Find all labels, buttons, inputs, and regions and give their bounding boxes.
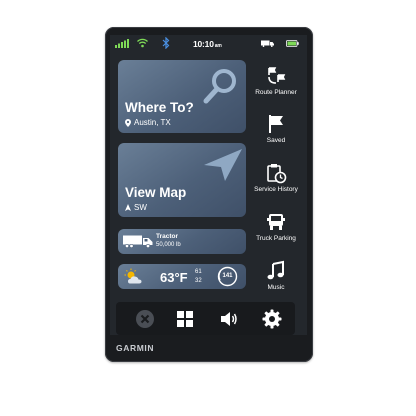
weather-button[interactable]: 63°F 61 32 141 [118,264,246,289]
route-planner-button[interactable]: Route Planner [248,65,304,96]
cellular-signal-icon [115,39,129,48]
view-map-button[interactable]: View Map SW [118,143,246,217]
navigation-arrow-icon [204,149,242,181]
route-planner-label: Route Planner [255,89,297,96]
truck-parking-button[interactable]: Truck Parking [248,211,304,242]
device-screen: 10:10am Where To? Austin, TX View Map SW… [110,35,307,335]
close-icon[interactable] [134,308,156,330]
battery-icon [286,40,299,47]
clock: 10:10am [193,39,222,49]
truck-parking-label: Truck Parking [256,235,296,242]
truck-mode-icon [261,40,274,47]
service-history-button[interactable]: Service History [248,162,304,193]
bluetooth-icon [162,37,170,49]
view-map-title: View Map [125,185,187,200]
music-button[interactable]: Music [248,260,304,291]
where-to-location: Austin, TX [125,118,171,127]
apps-grid-icon[interactable] [174,308,196,330]
where-to-button[interactable]: Where To? Austin, TX [118,60,246,133]
truck-profile-button[interactable]: Tractor 50,000 lb [118,229,246,254]
location-pin-icon [125,118,131,127]
where-to-title: Where To? [125,100,194,115]
partly-cloudy-icon [124,268,142,284]
temperature-low: 32 [195,278,202,284]
truck-parking-icon [267,214,285,230]
bottom-toolbar [116,302,295,335]
settings-gear-icon[interactable] [261,308,283,330]
temperature-high: 61 [195,269,202,275]
temperature: 63°F [160,270,188,285]
truck-weight: 50,000 lb [156,242,181,248]
location-label: Austin, TX [134,118,171,127]
search-icon [203,69,236,104]
brand-logo: GARMIN [116,343,155,353]
music-label: Music [267,284,285,291]
heading-label: SW [134,203,147,212]
volume-icon[interactable] [218,308,240,330]
heading-indicator: SW [125,203,147,212]
heading-arrow-icon [125,204,131,211]
music-note-icon [267,260,284,280]
speed-limit-value: 141 [222,273,233,279]
saved-label: Saved [266,137,286,144]
service-history-icon [267,164,287,184]
status-bar: 10:10am [110,35,307,53]
route-planner-icon [268,67,286,84]
service-history-label: Service History [254,186,298,193]
truck-name: Tractor [156,233,179,240]
truck-icon [123,235,153,248]
saved-button[interactable]: Saved [248,113,304,144]
wifi-icon [137,38,148,48]
flag-icon [269,115,283,133]
